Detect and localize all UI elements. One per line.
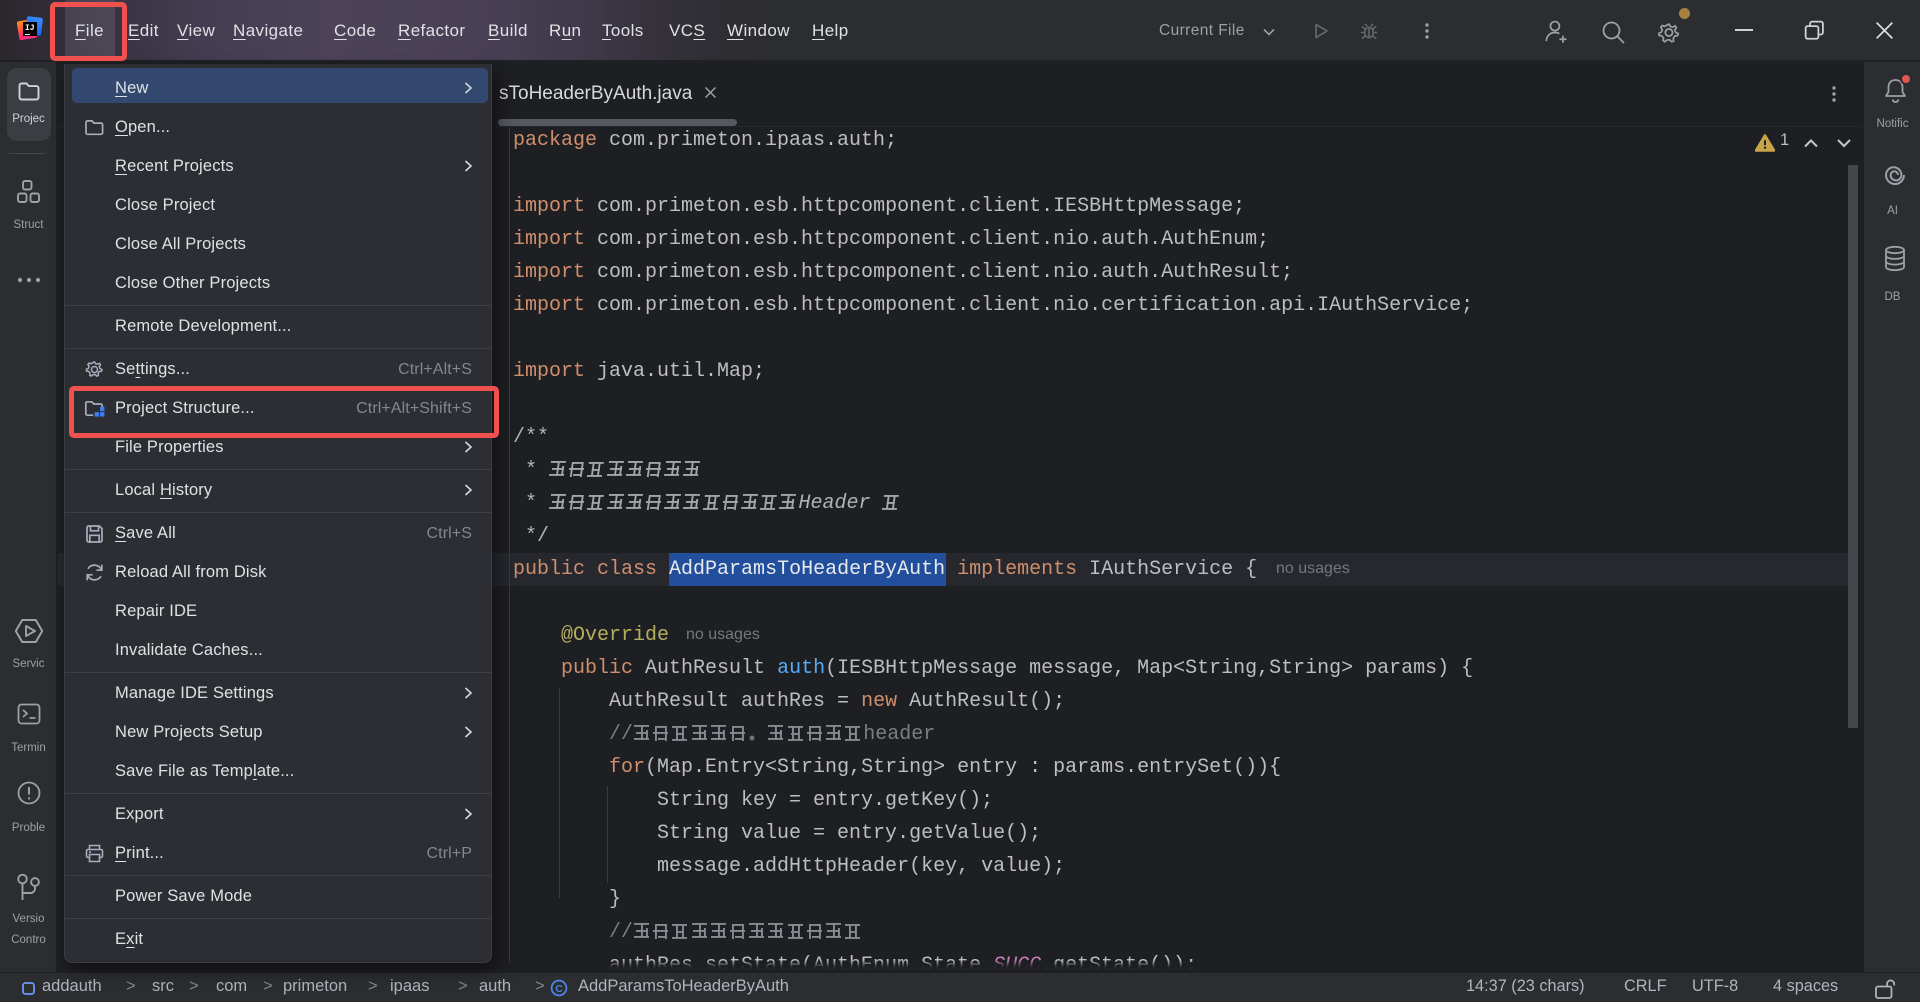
svg-text:C: C [555,983,563,995]
